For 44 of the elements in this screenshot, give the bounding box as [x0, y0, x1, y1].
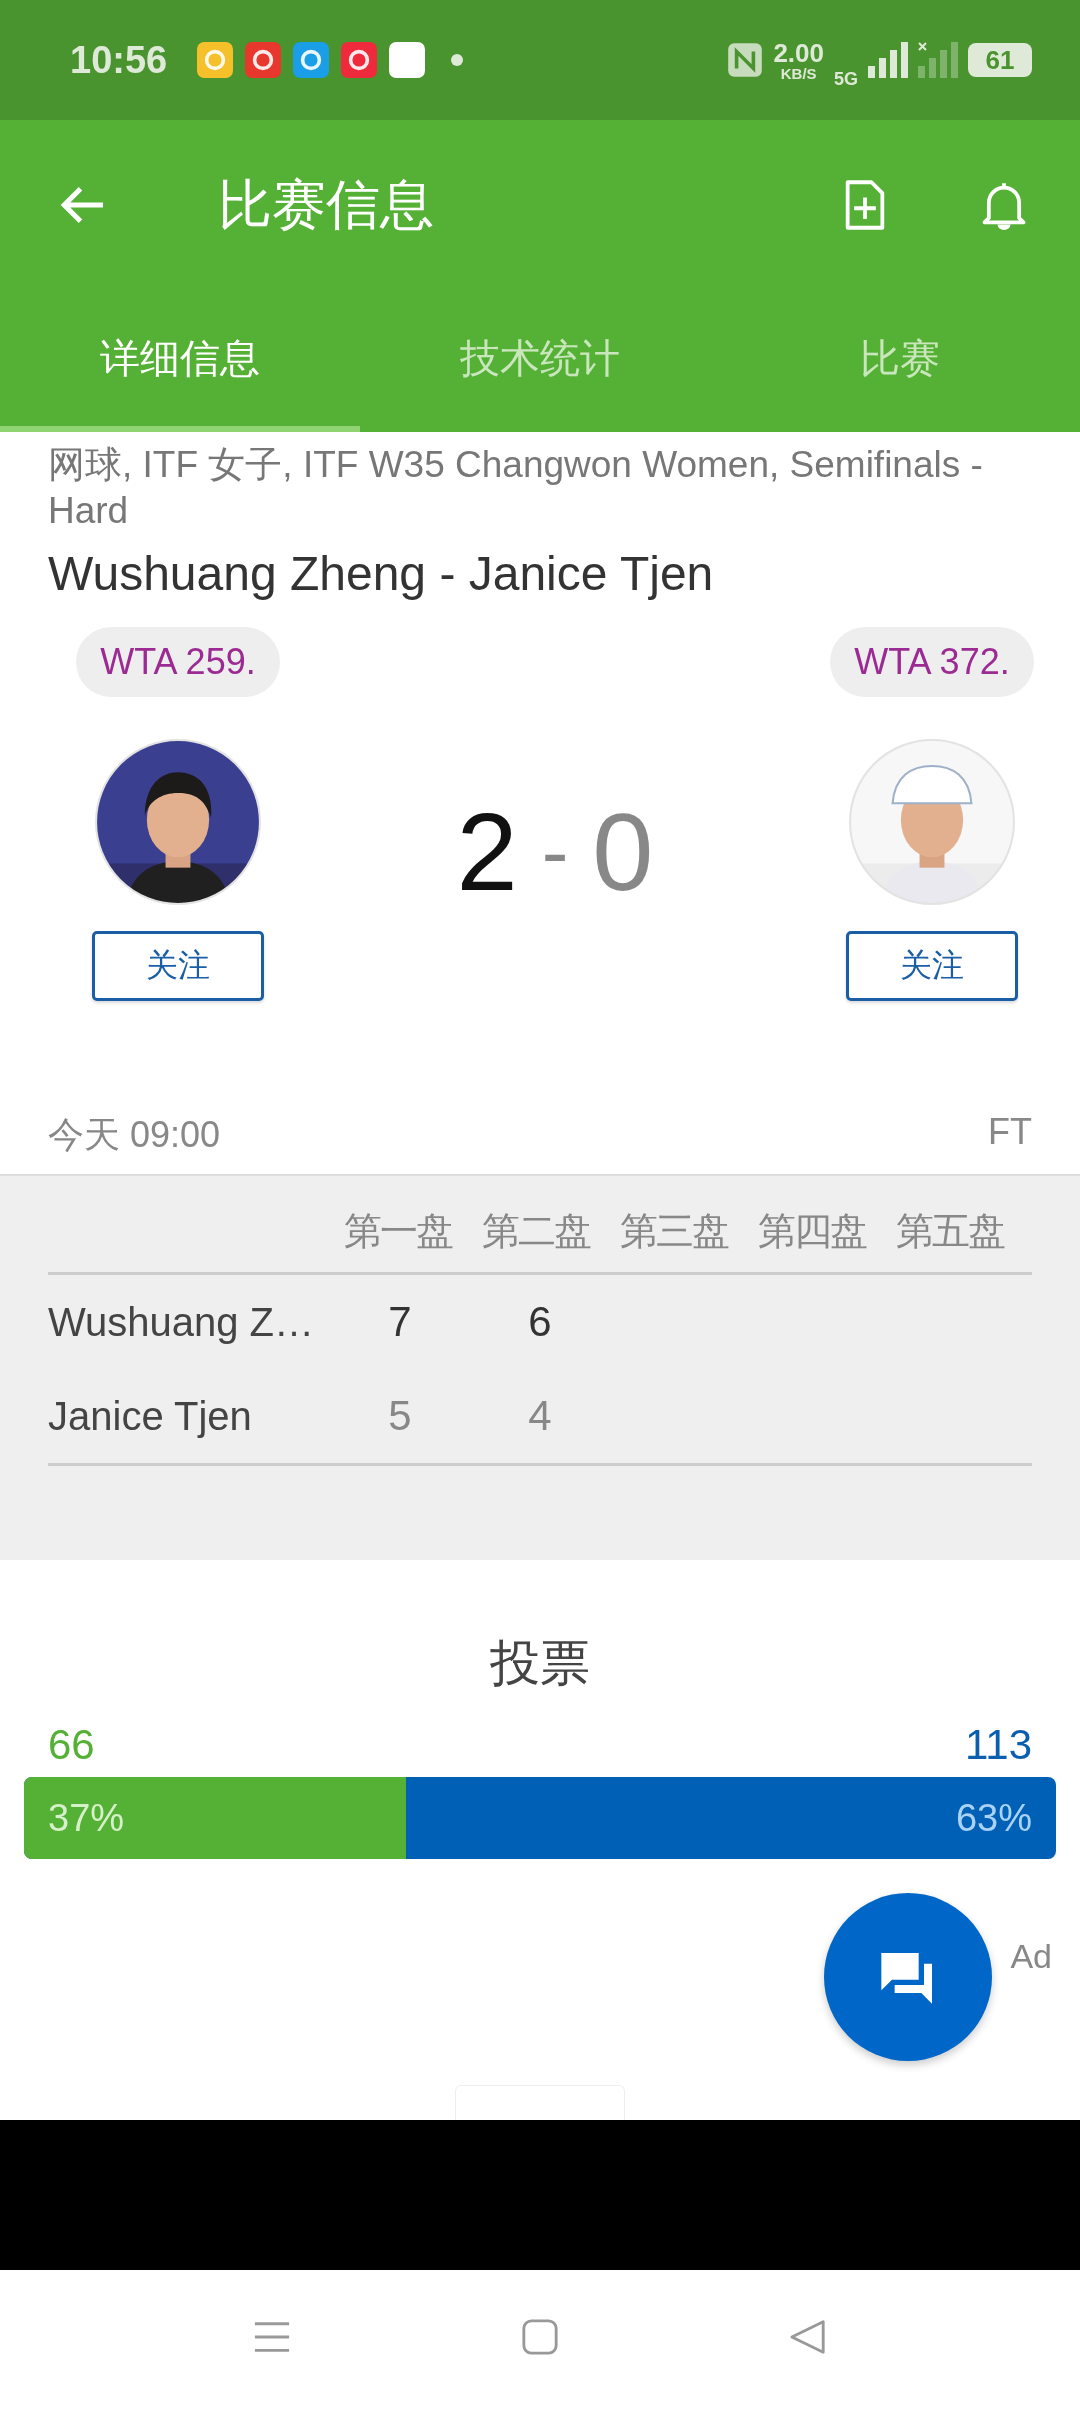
- signal-off-icon: [918, 42, 958, 78]
- ranking-badge: WTA 259.: [76, 627, 280, 697]
- home-icon[interactable]: [521, 2318, 559, 2356]
- speed-unit: KB/S: [780, 65, 817, 81]
- tab[interactable]: 技术统计: [360, 290, 720, 432]
- vote-bar[interactable]: 37% 63%: [24, 1777, 1056, 1859]
- away-vote-count: 113: [965, 1721, 1032, 1769]
- tab[interactable]: 详细信息: [0, 290, 360, 432]
- away-score: 0: [592, 797, 654, 907]
- tab[interactable]: 比赛: [720, 290, 1080, 432]
- battery-level: 61: [985, 44, 1015, 76]
- score-separator: -: [541, 812, 569, 892]
- player-name: Wushuang Z…: [48, 1299, 316, 1345]
- column-header: 第三盘: [619, 1207, 730, 1255]
- signal-icon: [868, 42, 908, 78]
- nfc-icon: [727, 42, 764, 78]
- player-name: Janice Tjen: [48, 1393, 253, 1439]
- match-status: FT: [988, 1111, 1032, 1154]
- vote-title: 投票: [490, 1633, 590, 1694]
- ranking-badge: WTA 372.: [830, 627, 1034, 697]
- column-header: 第五盘: [895, 1207, 1006, 1255]
- match-time: 今天 09:00: [48, 1113, 221, 1157]
- competition-info: 网球, ITF 女子, ITF W35 Changwon Women, Semifinals - Hard: [48, 443, 984, 533]
- home-score: 2: [456, 797, 518, 907]
- network-type: 5G: [834, 68, 858, 90]
- notification-dot-icon: [451, 54, 464, 66]
- home-vote-count: 66: [48, 1721, 95, 1769]
- match-title: Wushuang Zheng - Janice Tjen: [48, 546, 715, 601]
- home-vote-percent: 37%: [48, 1796, 125, 1840]
- back-icon[interactable]: [789, 2318, 827, 2356]
- follow-button[interactable]: 关注: [846, 931, 1018, 1001]
- set-score: 7: [387, 1298, 413, 1346]
- network-speed: 2.00: [773, 39, 824, 66]
- set-score: 6: [527, 1298, 553, 1346]
- set-score: 4: [527, 1392, 553, 1440]
- away-vote-percent: 63%: [955, 1796, 1032, 1840]
- column-header: 第一盘: [343, 1207, 454, 1255]
- page-title: 比赛信息: [218, 171, 434, 238]
- column-header: 第二盘: [481, 1207, 592, 1255]
- column-header: 第四盘: [757, 1207, 868, 1255]
- ad-label: Ad: [1010, 1937, 1052, 1976]
- status-time: 10:56: [70, 38, 168, 82]
- set-score: 5: [387, 1392, 413, 1440]
- follow-button[interactable]: 关注: [92, 931, 264, 1001]
